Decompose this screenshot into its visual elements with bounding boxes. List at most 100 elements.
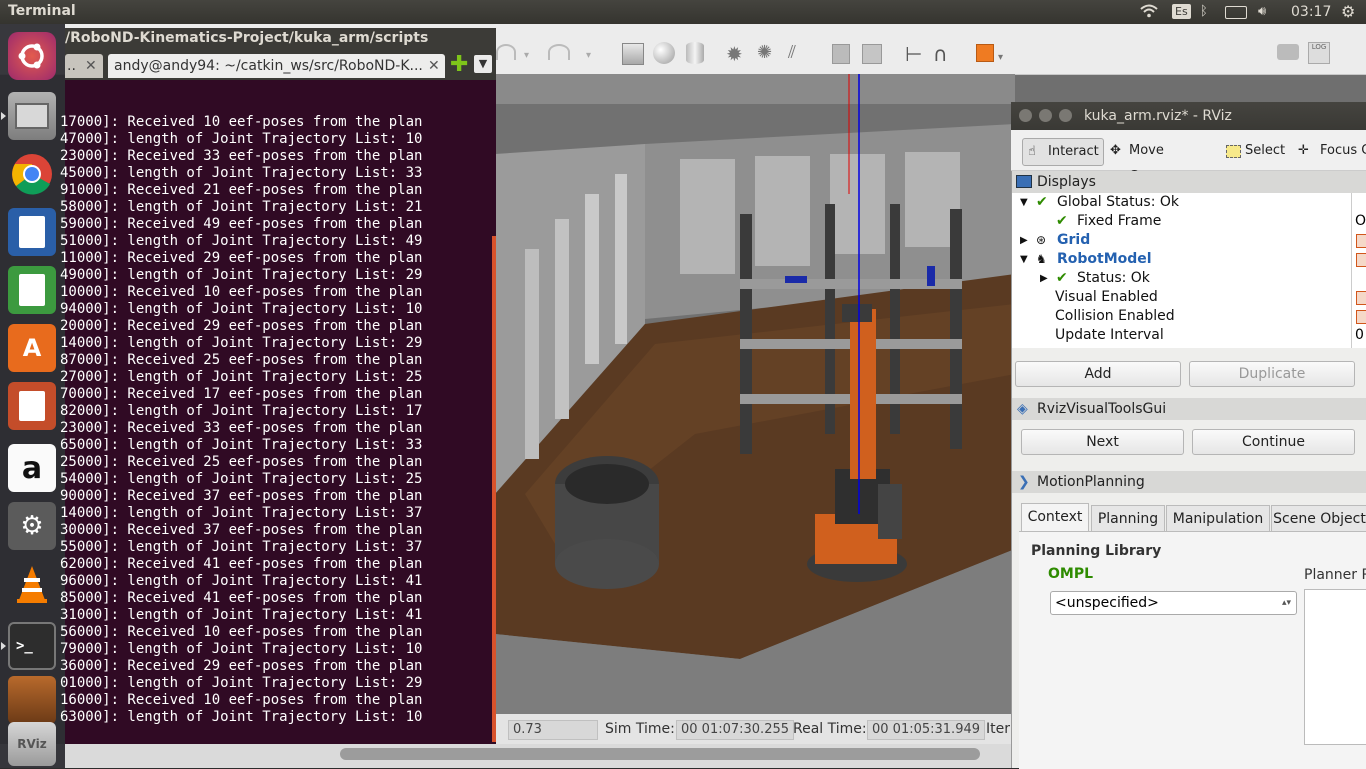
bluetooth-icon[interactable]: ᛒ <box>1200 4 1208 19</box>
terminal-line: 10000]: Received 10 eef-poses from the p… <box>60 284 423 300</box>
continue-button[interactable]: Continue <box>1192 429 1355 455</box>
motion-planning-panel-title: MotionPlanning <box>1037 474 1145 490</box>
tree-row-status[interactable]: ▶ ✔ Status: Ok <box>1012 269 1352 288</box>
tab-manipulation[interactable]: Manipulation <box>1166 505 1270 532</box>
tree-row-grid[interactable]: ▶ ⊛ Grid <box>1012 231 1352 250</box>
redo-icon[interactable] <box>548 44 570 60</box>
duplicate-display-button[interactable]: Duplicate <box>1189 361 1355 387</box>
tab-scene-objects[interactable]: Scene Object <box>1271 505 1366 532</box>
active-app-title: Terminal <box>8 3 76 19</box>
terminal-tab-2-active[interactable]: andy@andy94: ~/catkin_ws/src/RoboND-K...… <box>108 54 445 78</box>
new-tab-plus-icon[interactable]: ✚ <box>450 54 468 76</box>
iterations-label: Iter <box>986 721 1010 737</box>
window-close-icon[interactable] <box>1019 109 1032 122</box>
collapse-arrow-icon[interactable]: ▶ <box>1020 231 1028 250</box>
tree-row-visual-enabled[interactable]: Visual Enabled <box>1012 288 1352 307</box>
tree-row-fixed-frame[interactable]: ✔ Fixed Frame <box>1012 212 1352 231</box>
focus-camera-tool[interactable]: ✛ Focus Ca <box>1298 138 1366 164</box>
files-app-icon[interactable] <box>8 92 56 140</box>
close-icon[interactable]: ✕ <box>85 54 97 78</box>
snap-icon[interactable]: ∩ <box>933 42 948 66</box>
terminal-tab-1[interactable]: .. ✕ <box>65 54 103 78</box>
amazon-icon[interactable]: a <box>8 444 56 492</box>
files-running-indicator <box>1 112 6 120</box>
battery-icon[interactable] <box>1225 6 1247 19</box>
libreoffice-writer-icon[interactable] <box>8 208 56 256</box>
view-angle-dropdown-icon[interactable]: ▾ <box>998 52 1003 63</box>
log-icon[interactable]: LOG <box>1308 42 1330 64</box>
ubuntu-dash-icon[interactable] <box>8 32 56 80</box>
expand-arrow-icon[interactable]: ▼ <box>1020 250 1028 269</box>
libreoffice-calc-icon[interactable] <box>8 266 56 314</box>
terminal-running-indicator <box>1 642 6 650</box>
visual-enabled-checkbox[interactable] <box>1356 291 1366 305</box>
terminal-app-icon[interactable]: >_ <box>8 622 56 670</box>
tree-row-robot-model[interactable]: ▼ ♞ RobotModel <box>1012 250 1352 269</box>
window-minimize-icon[interactable] <box>1039 109 1052 122</box>
chrome-browser-icon[interactable] <box>8 150 56 198</box>
clock[interactable]: 03:17 <box>1291 4 1331 20</box>
window-maximize-icon[interactable] <box>1059 109 1072 122</box>
wifi-icon[interactable] <box>1140 4 1158 22</box>
gazebo-3d-scene[interactable] <box>495 74 1015 714</box>
sphere-shape-icon[interactable] <box>653 42 675 64</box>
copy-icon[interactable] <box>832 44 850 64</box>
spot-light-icon[interactable]: ✺ <box>757 42 772 63</box>
align-icon[interactable]: ⊢ <box>905 42 922 66</box>
gazebo-scrollbar-thumb[interactable] <box>340 748 980 760</box>
collision-enabled-label: Collision Enabled <box>1055 308 1175 324</box>
collapse-arrow-icon[interactable]: ▶ <box>1040 269 1048 288</box>
update-interval-value[interactable]: 0 <box>1355 327 1364 343</box>
directional-light-icon[interactable]: ⫽ <box>788 42 796 63</box>
planner-params-table[interactable] <box>1304 589 1366 745</box>
tree-row-global-status[interactable]: ▼ ✔ Global Status: Ok <box>1012 193 1352 212</box>
collision-enabled-checkbox[interactable] <box>1356 310 1366 324</box>
tab-planning[interactable]: Planning <box>1091 505 1165 532</box>
terminal-line: 23000]: Received 33 eef-poses from the p… <box>60 420 423 436</box>
view-angle-icon[interactable] <box>976 44 994 62</box>
planner-select[interactable]: <unspecified> ▴▾ <box>1050 591 1297 615</box>
terminal-line: 25000]: Received 25 eef-poses from the p… <box>60 454 423 470</box>
point-light-icon[interactable]: ✹ <box>726 42 743 66</box>
redo-dropdown-icon[interactable]: ▾ <box>586 50 591 61</box>
grid-display-label: Grid <box>1057 232 1091 248</box>
tree-row-collision-enabled[interactable]: Collision Enabled <box>1012 307 1352 326</box>
update-interval-label: Update Interval <box>1055 327 1164 343</box>
select-tool[interactable]: Select <box>1224 138 1285 164</box>
tab-context[interactable]: Context <box>1021 503 1089 532</box>
ubuntu-software-center-icon[interactable]: A <box>8 324 56 372</box>
volume-icon[interactable]: 🔊︎ <box>1258 4 1266 19</box>
undo-icon[interactable] <box>496 44 516 60</box>
move-camera-tool[interactable]: ✥ Move Camera <box>1108 138 1216 184</box>
box-shape-icon[interactable] <box>622 43 644 65</box>
interact-tool[interactable]: ☝ Interact <box>1022 138 1104 166</box>
gazebo-app-icon[interactable] <box>8 676 56 724</box>
screenshot-camera-icon[interactable] <box>1277 44 1299 60</box>
motion-planning-panel-header: ❯ MotionPlanning <box>1012 471 1366 493</box>
robot-model-enabled-checkbox[interactable] <box>1356 253 1366 267</box>
panel-diamond-icon: ◈ <box>1017 401 1028 417</box>
libreoffice-impress-icon[interactable] <box>8 382 56 430</box>
terminal-scrollbar[interactable] <box>492 236 496 742</box>
panel-arrow-icon: ❯ <box>1018 474 1030 490</box>
paste-icon[interactable] <box>862 44 882 64</box>
rviz-app-icon[interactable]: RViz <box>8 722 56 766</box>
keyboard-layout-indicator[interactable]: Es <box>1172 4 1191 19</box>
system-gear-icon[interactable]: ⚙ <box>1341 2 1355 21</box>
tree-row-update-interval[interactable]: Update Interval <box>1012 326 1352 345</box>
add-display-button[interactable]: Add <box>1015 361 1181 387</box>
grid-enabled-checkbox[interactable] <box>1356 234 1366 248</box>
fixed-frame-value[interactable]: O <box>1355 213 1366 229</box>
undo-dropdown-icon[interactable]: ▾ <box>524 50 529 61</box>
tab-list-dropdown-icon[interactable]: ▼ <box>474 55 492 73</box>
cylinder-shape-icon[interactable] <box>686 42 704 64</box>
next-button[interactable]: Next <box>1021 429 1184 455</box>
terminal-line: 16000]: Received 10 eef-poses from the p… <box>60 692 423 708</box>
system-settings-icon[interactable]: ⚙ <box>8 502 56 550</box>
terminal-titlebar[interactable]: /RoboND-Kinematics-Project/kuka_arm/scri… <box>65 28 496 50</box>
vlc-player-icon[interactable] <box>8 560 56 608</box>
terminal-line: 11000]: Received 29 eef-poses from the p… <box>60 250 423 266</box>
visual-tools-panel-header: ◈ RvizVisualToolsGui <box>1012 398 1366 420</box>
close-icon[interactable]: ✕ <box>428 54 440 78</box>
expand-arrow-icon[interactable]: ▼ <box>1020 193 1028 212</box>
